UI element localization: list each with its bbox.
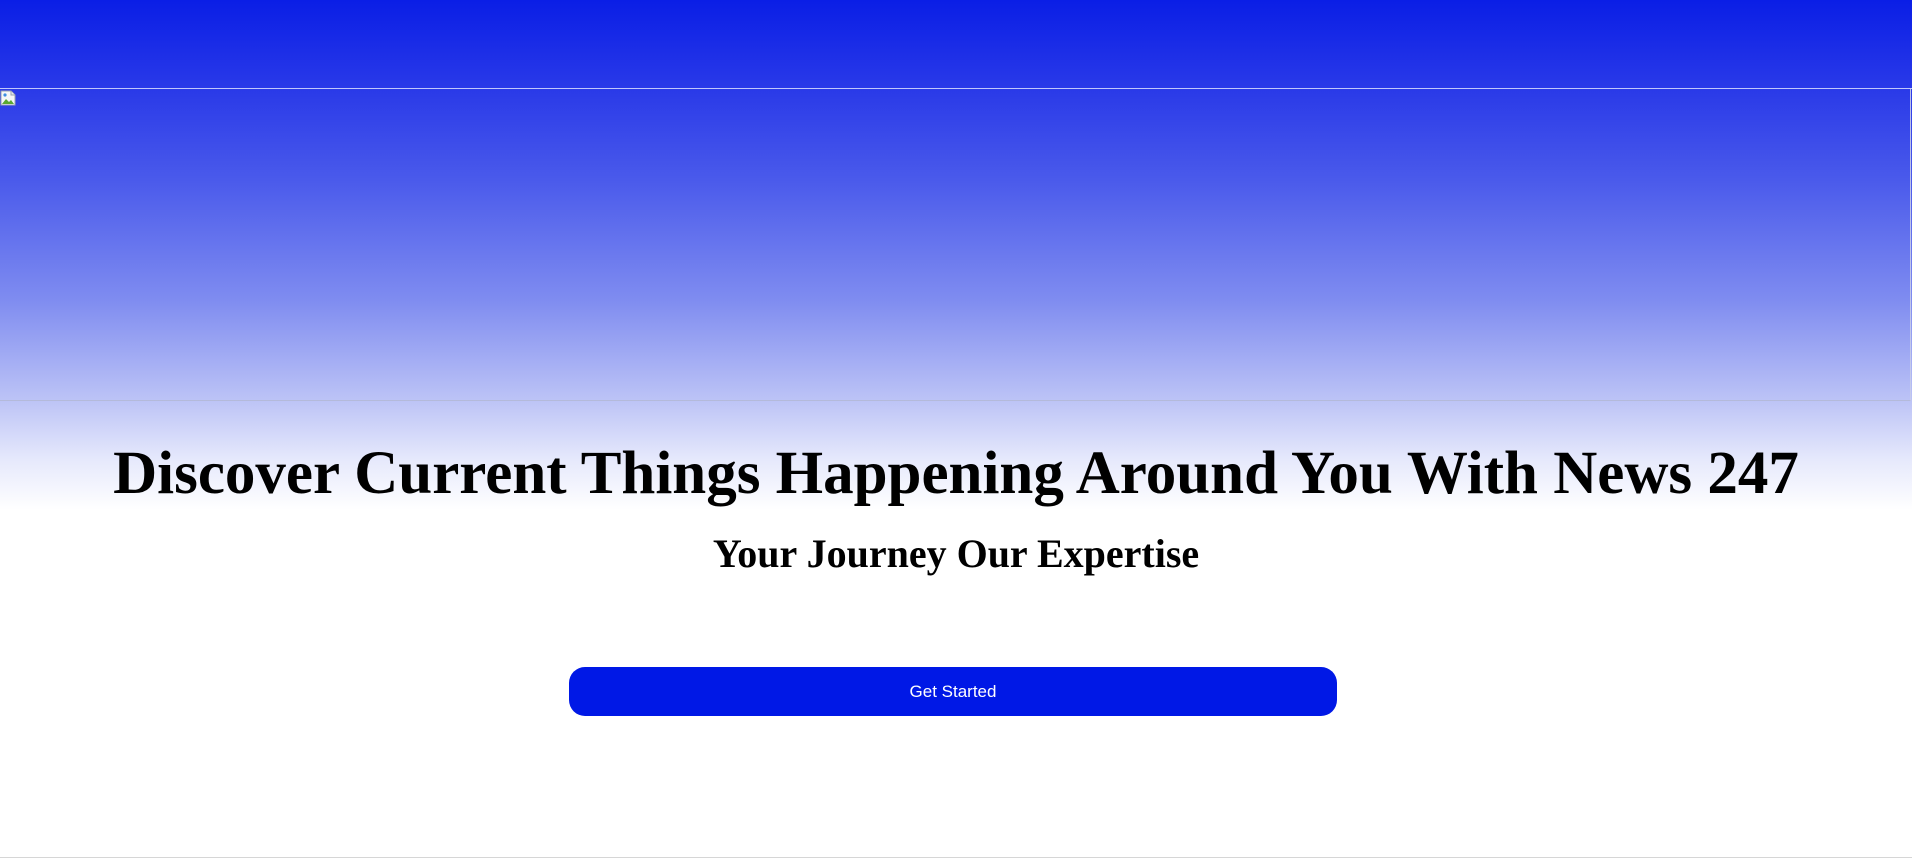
hero-headline: Discover Current Things Happening Around… bbox=[113, 440, 1799, 507]
get-started-button[interactable]: Get Started bbox=[569, 667, 1337, 716]
broken-image-icon bbox=[0, 90, 16, 106]
hero-image bbox=[0, 88, 1911, 401]
hero-subheadline: Your Journey Our Expertise bbox=[712, 531, 1200, 576]
page-background: Discover Current Things Happening Around… bbox=[0, 0, 1912, 858]
